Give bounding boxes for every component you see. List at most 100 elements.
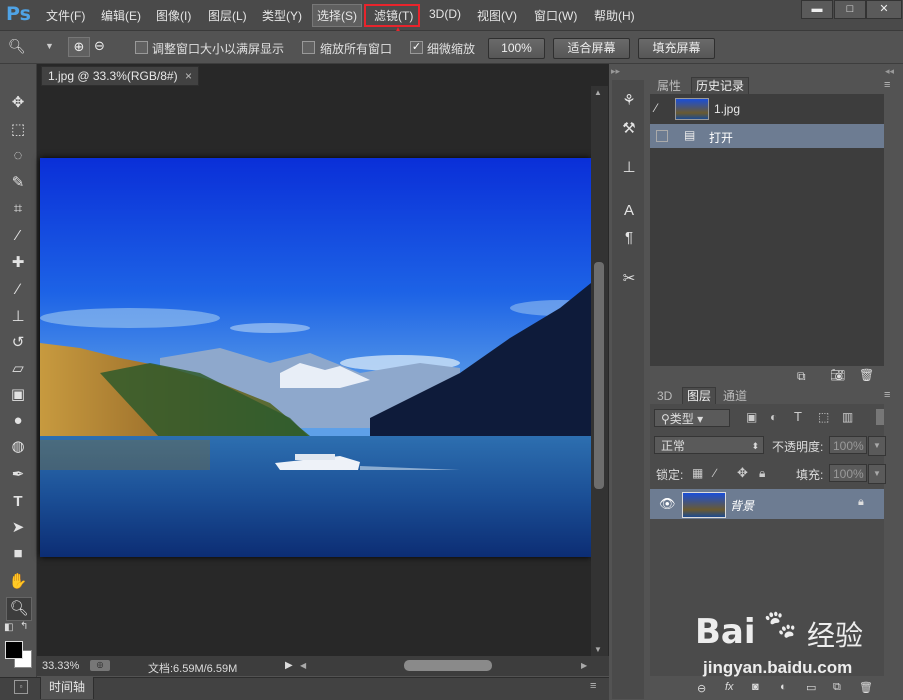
history-source-checkbox[interactable] xyxy=(656,130,668,142)
close-button[interactable]: ✕ xyxy=(866,0,902,19)
filter-shape-icon[interactable]: ⬚ xyxy=(818,410,829,424)
new-snapshot-icon[interactable]: 📷︎ xyxy=(830,368,845,382)
menu-edit[interactable]: 编辑(E) xyxy=(101,7,141,24)
menu-help[interactable]: 帮助(H) xyxy=(594,7,635,24)
character-icon[interactable]: A xyxy=(616,198,642,224)
opacity-input[interactable]: 100% xyxy=(829,436,867,454)
zoom-all-checkbox[interactable] xyxy=(302,41,315,54)
panel-menu-icon[interactable]: ≡ xyxy=(590,680,596,692)
zoom-tool-icon[interactable]: 🔍︎ xyxy=(8,38,26,55)
layer-filter-select[interactable]: ⚲类型 ▾ xyxy=(654,409,730,427)
new-document-from-state-icon[interactable]: ⧉ xyxy=(797,369,806,384)
lock-transparent-icon[interactable]: ▦ xyxy=(692,466,703,480)
tab-3d[interactable]: 3D xyxy=(653,388,676,404)
scrubby-zoom-checkbox[interactable]: ✓ xyxy=(410,41,423,54)
layer-row[interactable]: 👁︎ 背景 🔒︎ xyxy=(650,489,884,519)
history-brush-source-icon[interactable]: ⁄ xyxy=(655,101,657,115)
fill-dropdown-icon[interactable]: ▼ xyxy=(868,464,886,484)
blur-tool-icon[interactable]: ● xyxy=(6,410,30,432)
healing-brush-icon[interactable]: ✚ xyxy=(6,252,30,274)
timeline-tab[interactable]: 时间轴 xyxy=(40,677,95,699)
dodge-tool-icon[interactable]: ◍ xyxy=(6,436,30,458)
status-icon[interactable]: ◎ xyxy=(90,660,110,671)
layer-name[interactable]: 背景 xyxy=(730,497,754,514)
filter-adjustment-icon[interactable]: ◐ xyxy=(770,410,777,424)
lock-position-icon[interactable]: ✥ xyxy=(737,465,748,481)
tab-channels[interactable]: 通道 xyxy=(719,388,751,404)
opacity-dropdown-icon[interactable]: ▼ xyxy=(868,436,886,456)
brush-tool-icon[interactable]: ∕ xyxy=(6,279,30,301)
scroll-down-icon[interactable]: ▼ xyxy=(594,645,602,654)
minimize-button[interactable]: ▬ xyxy=(801,0,833,19)
status-menu-arrow-icon[interactable]: ▶ xyxy=(285,660,293,671)
filter-pixel-icon[interactable]: ▣ xyxy=(746,410,757,424)
hand-tool-icon[interactable]: ✋ xyxy=(6,571,30,593)
shape-tool-icon[interactable]: ■ xyxy=(6,543,30,565)
chevron-down-icon[interactable]: ▼ xyxy=(45,41,54,51)
maximize-button[interactable]: □ xyxy=(834,0,866,19)
stamp-tool-icon[interactable]: ⊥ xyxy=(6,306,30,328)
menu-window[interactable]: 窗口(W) xyxy=(534,7,577,24)
vertical-scroll-thumb[interactable] xyxy=(594,262,604,489)
filter-type-icon[interactable]: T xyxy=(794,409,802,424)
lock-all-icon[interactable]: 🔒︎ xyxy=(759,466,765,481)
pen-tool-icon[interactable]: ✒ xyxy=(6,464,30,486)
clone-source-icon[interactable]: ⊥ xyxy=(616,155,642,181)
lock-pixels-icon[interactable]: ∕ xyxy=(714,466,716,480)
lasso-tool-icon[interactable]: ◌ xyxy=(6,145,30,167)
scroll-up-icon[interactable]: ▲ xyxy=(594,88,602,97)
eyedropper-icon[interactable]: ⁄ xyxy=(6,225,30,247)
eye-visibility-icon[interactable]: 👁︎ xyxy=(659,496,676,512)
fit-window-checkbox[interactable] xyxy=(135,41,148,54)
path-select-icon[interactable]: ➤ xyxy=(6,517,30,539)
default-colors-icon[interactable]: ◧ xyxy=(4,622,13,633)
trash-icon[interactable]: 🗑︎ xyxy=(859,368,874,382)
fill-input[interactable]: 100% xyxy=(829,464,867,482)
history-state-row[interactable]: ▤ 打开 xyxy=(650,124,884,148)
eraser-tool-icon[interactable]: ▱ xyxy=(6,358,30,380)
collapse-panels-icon[interactable]: ◂◂ xyxy=(885,66,894,77)
close-tab-icon[interactable]: × xyxy=(185,67,192,86)
brush-presets-icon[interactable]: ⚘ xyxy=(616,88,642,114)
menu-view[interactable]: 视图(V) xyxy=(477,7,517,24)
fit-screen-button[interactable]: 适合屏幕 xyxy=(553,38,630,59)
menu-select[interactable]: 选择(S) xyxy=(312,4,362,27)
gradient-tool-icon[interactable]: ▣ xyxy=(6,384,30,406)
filter-toggle[interactable] xyxy=(876,409,884,425)
history-menu-icon[interactable]: ≡ xyxy=(884,79,890,91)
crop-tool-icon[interactable]: ⌗ xyxy=(6,198,30,220)
zoom-level[interactable]: 33.33% xyxy=(42,660,79,672)
document-tab[interactable]: 1.jpg @ 33.3%(RGB/8#) × xyxy=(41,66,199,86)
history-snapshot[interactable]: ⁄ 1.jpg xyxy=(650,96,884,122)
tool-presets-icon[interactable]: ⚒ xyxy=(616,116,642,142)
fill-screen-button[interactable]: 填充屏幕 xyxy=(638,38,715,59)
layers-menu-icon[interactable]: ≡ xyxy=(884,389,890,401)
zoom-100-button[interactable]: 100% xyxy=(488,38,545,59)
blend-mode-select[interactable]: 正常 ⬍ xyxy=(654,436,764,454)
type-tool-icon[interactable]: T xyxy=(6,491,30,513)
swap-colors-icon[interactable]: ↰ xyxy=(20,621,28,632)
menu-3d[interactable]: 3D(D) xyxy=(429,7,461,21)
paragraph-icon[interactable]: ¶ xyxy=(616,225,642,251)
zoom-tool-icon[interactable]: 🔍︎ xyxy=(6,597,32,621)
move-tool-icon[interactable]: ✥ xyxy=(6,92,30,114)
filter-smart-object-icon[interactable]: ▥ xyxy=(842,410,853,424)
quick-select-icon[interactable]: ✎ xyxy=(6,172,30,194)
menu-layer[interactable]: 图层(L) xyxy=(208,7,247,24)
scroll-right-icon[interactable]: ▶ xyxy=(581,661,587,670)
collapse-strip-icon[interactable]: ▸▸ xyxy=(611,66,620,77)
tab-properties[interactable]: 属性 xyxy=(653,78,685,94)
menu-file[interactable]: 文件(F) xyxy=(46,7,85,24)
history-brush-icon[interactable]: ↺ xyxy=(6,332,30,354)
tools-icon[interactable]: ✂ xyxy=(616,266,642,292)
menu-type[interactable]: 类型(Y) xyxy=(262,7,302,24)
scroll-left-icon[interactable]: ◀ xyxy=(300,661,306,670)
image-canvas[interactable] xyxy=(40,158,591,557)
horizontal-scroll-thumb[interactable] xyxy=(404,660,492,671)
tab-layers[interactable]: 图层 xyxy=(682,387,717,404)
marquee-tool-icon[interactable]: ⬚ xyxy=(6,119,30,141)
menu-image[interactable]: 图像(I) xyxy=(156,7,191,24)
zoom-out-icon[interactable]: ⊖ xyxy=(94,38,105,54)
zoom-in-icon[interactable]: ⊕ xyxy=(68,37,90,57)
tab-history[interactable]: 历史记录 xyxy=(691,77,750,94)
